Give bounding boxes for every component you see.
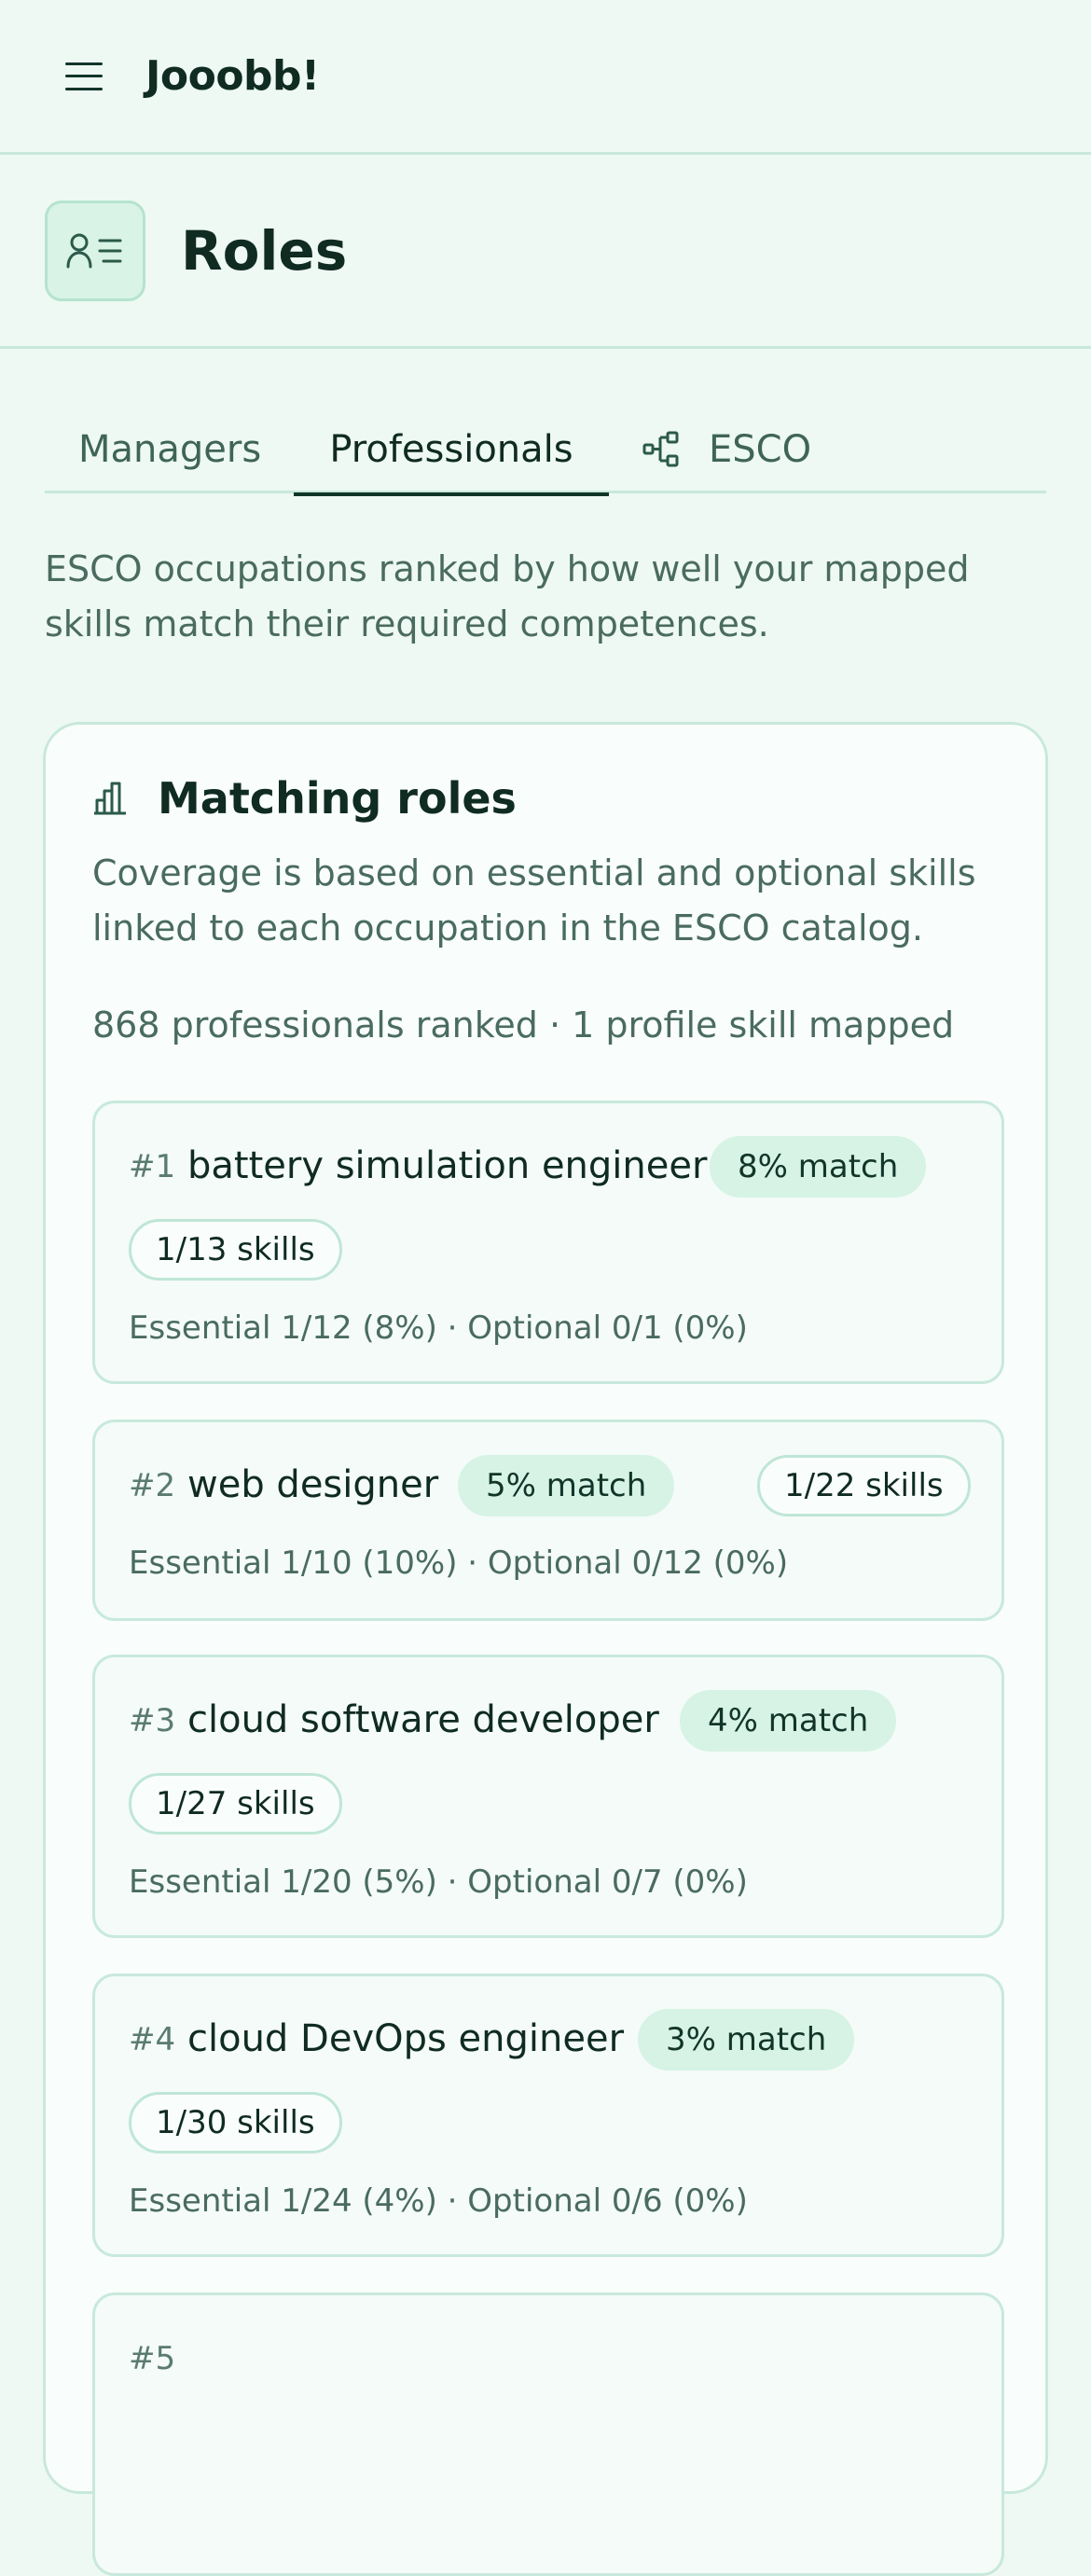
- role-item[interactable]: #4 cloud DevOps engineer 3% match 1/30 s…: [92, 1974, 1004, 2257]
- page-description: ESCO occupations ranked by how well your…: [45, 548, 970, 644]
- match-badge: 8% match: [710, 1136, 927, 1198]
- skills-count-badge: 1/13 skills: [129, 1219, 342, 1281]
- ranking-summary: 868 professionals ranked · 1 profile ski…: [92, 1004, 955, 1046]
- page-header: Roles: [0, 155, 1091, 349]
- role-name[interactable]: battery simulation engineer: [187, 1144, 707, 1187]
- tab-label: Professionals: [329, 427, 573, 471]
- role-rank: #2: [129, 1467, 176, 1504]
- role-item[interactable]: #2 web designer 5% match 1/22 skills Ess…: [92, 1420, 1004, 1621]
- role-item[interactable]: #5: [92, 2292, 1004, 2576]
- brand-logo[interactable]: Jooobb!: [145, 52, 320, 100]
- tab-managers[interactable]: Managers: [78, 405, 261, 493]
- tab-esco[interactable]: ESCO: [642, 405, 811, 493]
- skills-breakdown: Essential 1/20 (5%) · Optional 0/7 (0%): [129, 1863, 748, 1901]
- match-badge: 3% match: [638, 2009, 855, 2070]
- skills-breakdown: Essential 1/12 (8%) · Optional 0/1 (0%): [129, 1309, 748, 1347]
- role-rank: #4: [129, 2021, 176, 2058]
- tab-professionals[interactable]: Professionals: [294, 405, 609, 496]
- card-description: Coverage is based on essential and optio…: [92, 852, 976, 949]
- menu-icon[interactable]: [65, 62, 103, 90]
- tab-label: ESCO: [709, 427, 812, 471]
- skills-breakdown: Essential 1/24 (4%) · Optional 0/6 (0%): [129, 2182, 748, 2220]
- role-rank: #3: [129, 1702, 176, 1739]
- top-bar: Jooobb!: [0, 0, 1091, 155]
- match-badge: 5% match: [458, 1455, 675, 1517]
- page-title: Roles: [181, 218, 348, 283]
- skills-count-badge: 1/30 skills: [129, 2092, 342, 2154]
- role-tabs: Managers Professionals ESCO: [45, 405, 1046, 496]
- card-header: Matching roles: [92, 773, 517, 824]
- hierarchy-icon: [642, 431, 679, 466]
- role-rank: #1: [129, 1148, 176, 1185]
- role-rank: #5: [129, 2340, 176, 2377]
- skills-breakdown: Essential 1/10 (10%) · Optional 0/12 (0%…: [129, 1544, 789, 1582]
- tab-label: Managers: [78, 427, 262, 471]
- matching-roles-card: Matching roles Coverage is based on esse…: [43, 722, 1048, 2576]
- role-name[interactable]: web designer: [187, 1463, 438, 1506]
- role-item[interactable]: #3 cloud software developer 4% match 1/2…: [92, 1655, 1004, 1938]
- role-name[interactable]: cloud software developer: [187, 1698, 659, 1741]
- role-item[interactable]: #1 battery simulation engineer 8% match …: [92, 1101, 1004, 1384]
- bar-chart-icon: [94, 782, 126, 815]
- role-name[interactable]: cloud DevOps engineer: [187, 2017, 624, 2060]
- match-badge: 4% match: [680, 1690, 897, 1752]
- card-title: Matching roles: [158, 773, 517, 824]
- skills-count-badge: 1/27 skills: [129, 1773, 342, 1835]
- skills-count-badge: 1/22 skills: [757, 1455, 971, 1517]
- contact-list-icon: [45, 200, 145, 301]
